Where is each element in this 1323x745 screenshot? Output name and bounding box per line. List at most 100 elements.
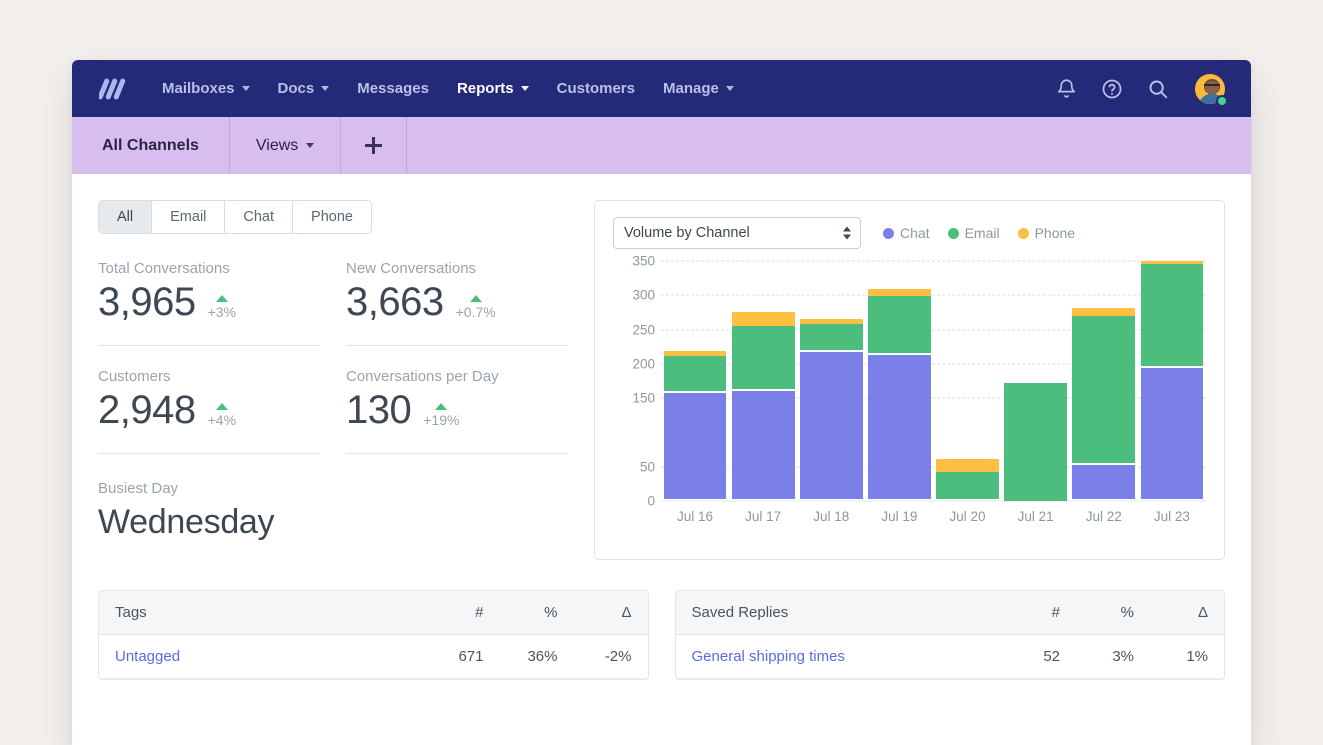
tags-table: Tags # % Δ Untagged 671 36% -2% xyxy=(98,590,649,680)
x-axis-tick: Jul 17 xyxy=(745,509,782,524)
cell-percent: 36% xyxy=(499,634,574,679)
help-icon[interactable] xyxy=(1101,78,1123,100)
cell-delta: 1% xyxy=(1150,634,1224,679)
stats-panel: All Email Chat Phone Total Conversations… xyxy=(98,200,568,560)
bar-column[interactable] xyxy=(799,261,863,501)
chevron-down-icon xyxy=(306,143,315,148)
x-axis-tick: Jul 23 xyxy=(1153,509,1190,524)
bar-segment-email xyxy=(663,356,727,391)
x-axis-tick: Jul 22 xyxy=(1085,509,1122,524)
cell-label: Untagged xyxy=(99,634,426,679)
y-axis: 0 50 150 200 250 300 350 xyxy=(613,254,655,509)
nav-item-messages[interactable]: Messages xyxy=(343,72,443,105)
search-icon[interactable] xyxy=(1147,78,1169,100)
bar-segment-chat xyxy=(868,355,931,499)
top-navigation-bar: Mailboxes Docs Messages Reports Customer… xyxy=(72,60,1251,117)
chevron-down-icon xyxy=(725,86,734,91)
saved-replies-table: Saved Replies # % Δ General shipping tim… xyxy=(674,590,1225,680)
col-header-count[interactable]: # xyxy=(1002,591,1076,635)
x-axis-tick: Jul 19 xyxy=(881,509,918,524)
col-header-saved-replies[interactable]: Saved Replies xyxy=(675,591,1002,635)
tab-views[interactable]: Views xyxy=(230,117,342,174)
view-tab-bar: All Channels Views xyxy=(72,117,1251,174)
cell-percent: 3% xyxy=(1076,634,1150,679)
filter-chat[interactable]: Chat xyxy=(225,201,294,233)
y-axis-tick: 0 xyxy=(647,493,655,509)
stat-value: 130 xyxy=(346,388,412,432)
col-header-tags[interactable]: Tags xyxy=(99,591,426,635)
legend-swatch xyxy=(883,227,894,239)
stat-delta: +19% xyxy=(423,403,459,431)
col-header-delta[interactable]: Δ xyxy=(573,591,648,635)
col-header-delta[interactable]: Δ xyxy=(1150,591,1224,635)
x-axis-tick: Jul 18 xyxy=(813,509,850,524)
bar-segment-chat xyxy=(1140,368,1204,499)
nav-items: Mailboxes Docs Messages Reports Customer… xyxy=(148,72,1056,105)
bar-segment-phone xyxy=(936,459,999,472)
filter-label: All xyxy=(117,209,134,225)
filter-all[interactable]: All xyxy=(99,201,153,233)
nav-item-docs[interactable]: Docs xyxy=(264,72,344,105)
chart-metric-select[interactable]: Volume by Channel xyxy=(613,217,861,249)
bar-column[interactable] xyxy=(731,261,795,501)
filter-label: Email xyxy=(170,209,207,225)
select-value: Volume by Channel xyxy=(624,225,750,241)
bar-segment-chat xyxy=(731,391,795,499)
col-header-percent[interactable]: % xyxy=(1076,591,1150,635)
bar-column[interactable] xyxy=(868,261,931,501)
nav-item-customers[interactable]: Customers xyxy=(543,72,649,105)
helpscout-logo-icon[interactable] xyxy=(96,75,130,103)
nav-item-reports[interactable]: Reports xyxy=(443,72,543,105)
filter-phone[interactable]: Phone xyxy=(293,201,371,233)
legend-item-phone[interactable]: Phone xyxy=(1017,225,1075,241)
avatar[interactable] xyxy=(1193,71,1228,107)
tables-row: Tags # % Δ Untagged 671 36% -2% Saved Re… xyxy=(72,560,1251,680)
bar-segment-email xyxy=(936,471,999,499)
bar-segment-chat xyxy=(1072,464,1136,499)
filter-label: Chat xyxy=(243,209,275,225)
volume-chart-card: Volume by Channel Chat Email Phone 0 50 … xyxy=(594,200,1225,560)
delta-label: +3% xyxy=(207,304,237,320)
bar-column[interactable] xyxy=(1072,261,1136,501)
tab-all-channels[interactable]: All Channels xyxy=(72,117,230,174)
col-header-count[interactable]: # xyxy=(425,591,500,635)
bar-column[interactable] xyxy=(1140,261,1204,501)
bar-column[interactable] xyxy=(663,261,727,501)
legend-swatch xyxy=(1017,227,1029,239)
tag-link[interactable]: Untagged xyxy=(115,648,180,665)
tab-bar-filler xyxy=(407,117,1251,174)
tab-label: All Channels xyxy=(102,136,199,154)
legend-label: Email xyxy=(964,225,1000,241)
delta-label: +4% xyxy=(207,412,237,428)
x-axis-tick: Jul 21 xyxy=(1017,509,1054,524)
stat-label: Busiest Day xyxy=(98,480,179,497)
status-badge xyxy=(1216,94,1228,107)
bar-column[interactable] xyxy=(936,261,999,501)
table-row: General shipping times 52 3% 1% xyxy=(675,634,1224,679)
y-axis-tick: 150 xyxy=(632,390,655,406)
bell-icon[interactable] xyxy=(1056,78,1077,100)
dashboard-content: All Email Chat Phone Total Conversations… xyxy=(72,174,1251,560)
nav-label: Customers xyxy=(556,80,635,97)
bar-segment-email xyxy=(1004,383,1068,501)
x-axis-tick: Jul 20 xyxy=(949,509,986,524)
legend-item-chat[interactable]: Chat xyxy=(883,225,930,241)
trend-up-icon xyxy=(469,295,482,302)
stat-conversations-per-day: Conversations per Day 130 +19% xyxy=(346,368,568,431)
bar-column[interactable] xyxy=(1004,261,1068,501)
filter-label: Phone xyxy=(311,209,353,225)
nav-item-mailboxes[interactable]: Mailboxes xyxy=(148,72,264,105)
legend-item-email[interactable]: Email xyxy=(947,225,1000,241)
y-axis-tick: 250 xyxy=(632,322,655,338)
saved-reply-link[interactable]: General shipping times xyxy=(692,648,845,665)
delta-label: +19% xyxy=(423,412,460,428)
bar-segment-email xyxy=(1140,264,1204,367)
add-view-button[interactable] xyxy=(341,117,408,174)
nav-item-manage[interactable]: Manage xyxy=(649,72,748,105)
stat-total-conversations: Total Conversations 3,965 +3% xyxy=(98,260,320,346)
bar-segment-email xyxy=(868,296,931,353)
col-header-percent[interactable]: % xyxy=(499,591,574,635)
stat-busiest-day: Busiest Day Wednesday xyxy=(98,480,568,542)
plot-area xyxy=(661,260,1206,502)
filter-email[interactable]: Email xyxy=(152,201,226,233)
